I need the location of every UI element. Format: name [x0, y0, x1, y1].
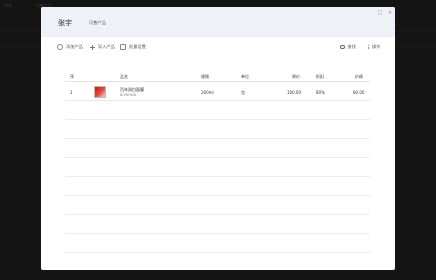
batch-settings-button[interactable]: 批量设置: [120, 41, 146, 53]
empty-row-divider: [65, 138, 370, 139]
product-spec: 200ml: [201, 90, 214, 95]
table-header: 序 品名 规格 单位 原价 折扣 价格: [65, 71, 370, 82]
more-icon: [367, 44, 369, 50]
header-discount: 折扣: [316, 74, 324, 79]
batch-settings-label: 批量设置: [129, 44, 146, 49]
table-row[interactable]: 1 百年润白面膜 BHWHSW 200ml 包 100.00 80% 80.00: [65, 83, 370, 101]
empty-row-divider: [65, 157, 370, 158]
background-text: 你的: [4, 3, 12, 8]
dialog-header: 张宇 可售产品 □ ×: [41, 7, 395, 37]
add-product-button[interactable]: 添加产品: [57, 41, 83, 53]
dialog-title: 张宇: [58, 19, 72, 27]
header-name: 品名: [120, 74, 128, 79]
header-unit: 单位: [241, 74, 249, 79]
product-price: 100.00: [287, 90, 301, 95]
empty-row-divider: [65, 252, 370, 253]
plus-icon: [89, 44, 95, 50]
maximize-icon[interactable]: □: [376, 9, 384, 17]
import-product-label: 导入产品: [98, 44, 115, 49]
more-actions-button[interactable]: 操作: [367, 41, 380, 53]
empty-row-divider: [65, 176, 370, 177]
toolbar: 添加产品 导入产品 批量设置 查找 操作: [41, 41, 395, 53]
more-actions-label: 操作: [372, 44, 381, 49]
product-sale-price: 80.00: [353, 90, 365, 95]
close-icon[interactable]: ×: [386, 9, 394, 17]
empty-row-divider: [65, 233, 370, 234]
header-sale-price: 价格: [355, 74, 363, 79]
gear-icon: [57, 44, 63, 50]
import-product-button[interactable]: 导入产品: [89, 41, 115, 53]
empty-row-divider: [65, 195, 370, 196]
header-price: 原价: [292, 74, 300, 79]
product-code: BHWHSW: [120, 93, 137, 97]
empty-row-divider: [65, 214, 370, 215]
product-thumbnail: [94, 86, 106, 98]
header-seq: 序: [70, 74, 74, 79]
dialog-subtitle: 可售产品: [89, 20, 106, 25]
search-icon: [340, 44, 345, 50]
empty-row-divider: [65, 119, 370, 120]
header-spec: 规格: [201, 74, 209, 79]
product-dialog: 张宇 可售产品 □ × 添加产品 导入产品 批量设置 查找 操作 序 品名 规格…: [41, 7, 395, 270]
product-discount: 80%: [316, 90, 325, 95]
edit-icon: [120, 44, 126, 50]
row-seq: 1: [70, 90, 73, 95]
product-unit: 包: [241, 90, 245, 95]
add-product-label: 添加产品: [66, 44, 83, 49]
search-button[interactable]: 查找: [340, 41, 356, 53]
search-label: 查找: [347, 44, 356, 49]
